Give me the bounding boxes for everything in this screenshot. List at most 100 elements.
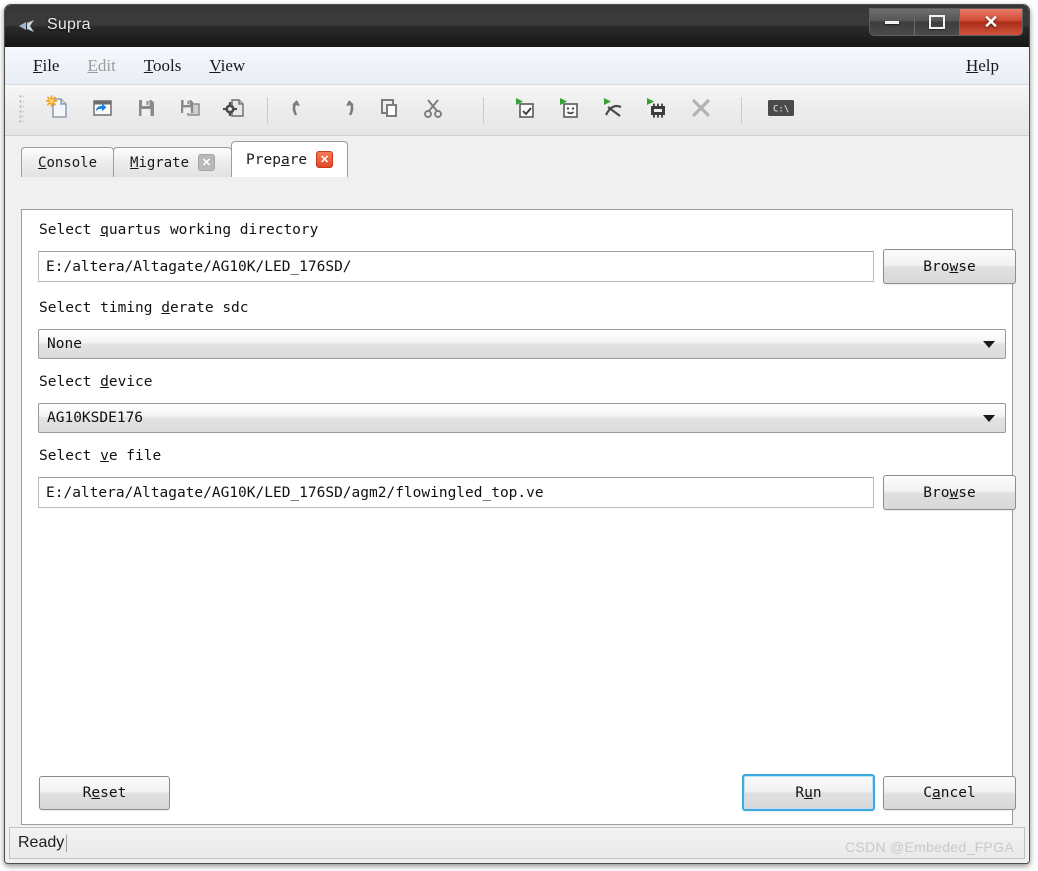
tab-prepare-label-post: re (289, 151, 308, 168)
tab-prepare-accel: a (280, 151, 290, 168)
device-label-pre: Select (39, 374, 101, 390)
run-check-icon (512, 95, 538, 126)
quartus-dir-input[interactable]: E:/altera/Altagate/AG10K/LED_176SD/ (38, 251, 874, 282)
menu-item-view[interactable]: View (195, 53, 259, 79)
minimize-icon (885, 20, 899, 24)
tab-migrate[interactable]: Migrate ✕ (113, 147, 233, 177)
ve-file-browse-accel: w (949, 484, 959, 501)
app-logo-icon (17, 16, 37, 36)
watermark-text: CSDN @Embeded_FPGA (844, 839, 1014, 855)
title-bar[interactable]: Supra ✕ (5, 5, 1029, 48)
menu-file-rest: ile (42, 55, 60, 75)
timing-derate-label: Select timing derate sdc (39, 300, 249, 316)
menu-tools-accel: T (143, 55, 154, 75)
close-button[interactable]: ✕ (960, 9, 1022, 35)
device-label-accel: d (100, 374, 109, 390)
save-button[interactable] (124, 91, 168, 129)
run-label-pre: R (795, 784, 805, 801)
chevron-down-icon (983, 414, 995, 422)
redo-button[interactable] (323, 91, 367, 129)
menu-item-help[interactable]: Help (952, 53, 1013, 79)
menu-item-tools[interactable]: Tools (130, 53, 196, 79)
open-file-button[interactable] (80, 91, 124, 129)
reset-button[interactable]: Re set (39, 776, 170, 810)
ve-file-browse-button[interactable]: Bro w se (883, 475, 1016, 510)
tab-migrate-close-icon[interactable]: ✕ (198, 154, 216, 171)
timing-derate-dropdown-button[interactable] (976, 333, 1002, 355)
tab-console-label: onsole (46, 154, 98, 171)
maximize-button[interactable] (915, 9, 960, 35)
menu-tools-rest: ools (153, 55, 182, 75)
quartus-dir-label: Select quartus working directory (39, 222, 318, 238)
cancel-label-pre: C (923, 785, 933, 801)
run-analyze-icon (600, 95, 626, 126)
prepare-panel: Select quartus working directory E:/alte… (21, 209, 1016, 825)
menu-item-edit[interactable]: Edit (73, 53, 129, 79)
menu-edit-accel: E (87, 55, 98, 75)
save-as-button[interactable] (168, 91, 212, 129)
ve-file-label-post: e file (108, 448, 162, 464)
toolbar-separator-2 (483, 97, 484, 123)
run-analyze-button[interactable] (591, 91, 635, 129)
run-chip-button[interactable] (635, 91, 679, 129)
tab-console[interactable]: Console (21, 147, 115, 177)
device-combo[interactable]: AG10KSDE176 (38, 403, 1006, 433)
stop-button[interactable] (679, 91, 723, 129)
cancel-label-post: ncel (940, 785, 976, 801)
menu-view-accel: V (209, 55, 221, 75)
timing-derate-label-pre: Select timing (39, 300, 162, 316)
quartus-dir-label-accel: q (100, 222, 109, 238)
timing-derate-label-accel: d (161, 300, 170, 316)
redo-icon (332, 95, 358, 126)
ve-file-browse-pre: Bro (923, 484, 950, 501)
maximize-icon (929, 15, 945, 29)
run-chip-icon (644, 95, 670, 126)
run-migrate-button[interactable] (547, 91, 591, 129)
run-migrate-icon (556, 95, 582, 126)
ve-file-input[interactable]: E:/altera/Altagate/AG10K/LED_176SD/agm2/… (38, 477, 874, 508)
cancel-label-accel: a (932, 785, 941, 801)
menu-bar: File Edit Tools View Help (5, 47, 1029, 85)
cut-button[interactable] (411, 91, 455, 129)
run-label-accel: u (804, 784, 813, 801)
status-caret (66, 834, 68, 852)
run-button[interactable]: Run (742, 774, 875, 811)
toolbar-separator-3 (741, 97, 742, 123)
undo-button[interactable] (279, 91, 323, 129)
tab-migrate-label: igrate (138, 154, 190, 171)
toolbar-separator-1 (267, 97, 268, 123)
console-icon: C:\ (766, 96, 796, 125)
application-window: Supra ✕ File Edit Tools View Help C:\ C … (4, 4, 1030, 864)
device-dropdown-button[interactable] (976, 407, 1002, 429)
cancel-button[interactable]: Ca ncel (883, 776, 1016, 810)
copy-button[interactable] (367, 91, 411, 129)
timing-derate-combo[interactable]: None (38, 329, 1006, 359)
stop-icon (688, 95, 714, 126)
console-button[interactable]: C:\ (759, 91, 803, 129)
tab-prepare-close-icon[interactable]: ✕ (316, 151, 334, 168)
run-check-button[interactable] (503, 91, 547, 129)
quartus-dir-browse-accel: w (949, 258, 959, 275)
minimize-button[interactable] (870, 9, 915, 35)
menu-edit-rest: dit (97, 55, 116, 75)
reset-label-post: set (100, 785, 127, 801)
reset-label-accel: e (91, 785, 101, 801)
quartus-dir-browse-pre: Bro (923, 258, 950, 275)
menu-help-accel: H (965, 55, 979, 75)
ve-file-label: Select ve file (39, 448, 161, 464)
device-value: AG10KSDE176 (47, 410, 144, 426)
menu-help-rest: elp (978, 55, 999, 75)
toolbar-grip[interactable] (19, 95, 24, 125)
ve-file-label-pre: Select (39, 448, 101, 464)
tab-prepare[interactable]: Prep a re ✕ (231, 141, 349, 177)
status-text: Ready (18, 834, 65, 851)
quartus-dir-browse-button[interactable]: Bro w se (883, 249, 1016, 284)
settings-file-button[interactable] (212, 91, 256, 129)
tab-console-accel: C (38, 154, 47, 171)
run-label-post: n (812, 784, 822, 801)
menu-view-rest: iew (220, 55, 246, 75)
device-label-post: evice (108, 374, 153, 390)
chevron-down-icon (983, 340, 995, 348)
new-file-button[interactable] (36, 91, 80, 129)
menu-item-file[interactable]: File (19, 53, 73, 79)
